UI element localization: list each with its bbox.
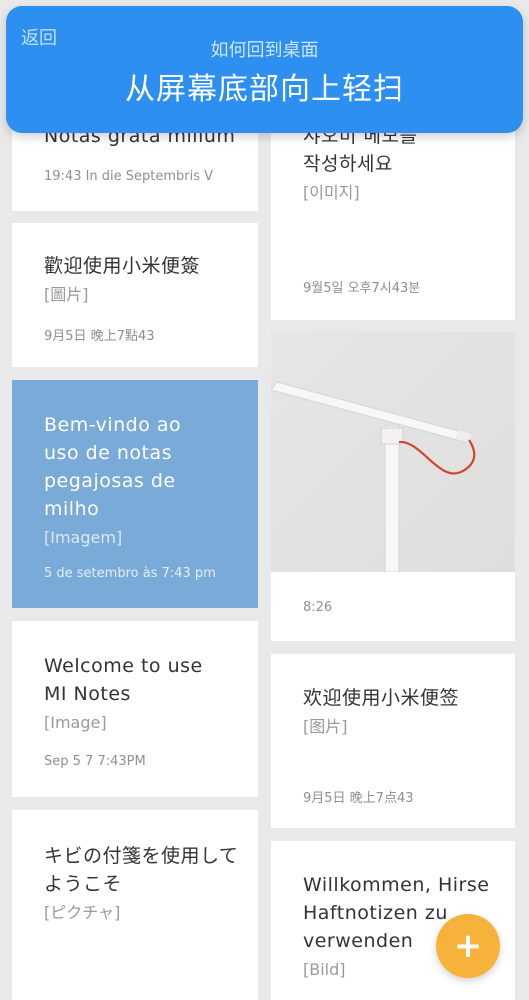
note-title: キビの付箋を使用して ようこそ bbox=[44, 845, 239, 895]
plus-icon: + bbox=[453, 926, 483, 966]
note-time: 5 de setembro às 7:43 pm bbox=[44, 566, 216, 581]
notes-screen: Notas grata milium 19:43 In die Septembr… bbox=[0, 0, 529, 1000]
note-time: 9月5日 晚上7點43 bbox=[44, 329, 155, 344]
note-time: 9월5일 오후7시43분 bbox=[303, 281, 421, 296]
banner-subtitle: 如何回到桌面 bbox=[210, 40, 319, 61]
note-time: 9月5日 晚上7点43 bbox=[303, 791, 414, 806]
note-card-trad-chinese[interactable]: 歡迎使用小米便簽 [圖片] 9月5日 晚上7點43 bbox=[12, 223, 258, 367]
note-attachment: [ピクチャ] bbox=[44, 903, 121, 922]
note-title: 歡迎使用小米便簽 bbox=[44, 255, 201, 277]
note-card-portuguese[interactable]: Bem-vindo ao uso de notas pegajosas de m… bbox=[12, 380, 258, 608]
note-card-image[interactable]: 8:26 bbox=[271, 332, 515, 641]
note-title: 欢迎使用小米便签 bbox=[303, 687, 460, 709]
note-time: 8:26 bbox=[303, 600, 333, 615]
banner-title: 从屏幕底部向上轻扫 bbox=[125, 72, 404, 107]
add-note-button[interactable]: + bbox=[436, 914, 500, 978]
note-card-japanese[interactable]: キビの付箋を使用して ようこそ [ピクチャ] bbox=[12, 810, 258, 1000]
desk-lamp-image bbox=[271, 332, 515, 572]
note-time: Sep 5 7 7:43PM bbox=[44, 754, 146, 769]
note-title: Welcome to use MI Notes bbox=[44, 655, 203, 705]
lamp-photo bbox=[271, 332, 515, 572]
note-card-english[interactable]: Welcome to use MI Notes [Image] Sep 5 7 … bbox=[12, 621, 258, 797]
note-attachment: [图片] bbox=[303, 717, 348, 736]
note-attachment: [이미지] bbox=[303, 183, 360, 202]
note-title: Bem-vindo ao uso de notas pegajosas de m… bbox=[44, 414, 182, 520]
note-attachment: [Imagem] bbox=[44, 528, 123, 547]
note-attachment: [圖片] bbox=[44, 285, 89, 304]
note-card-simp-chinese[interactable]: 欢迎使用小米便签 [图片] 9月5日 晚上7点43 bbox=[271, 654, 515, 828]
gesture-tip-banner: 返回 如何回到桌面 从屏幕底部向上轻扫 bbox=[6, 6, 523, 133]
note-time: 19:43 In die Septembris V bbox=[44, 169, 214, 184]
note-attachment: [Image] bbox=[44, 713, 107, 732]
